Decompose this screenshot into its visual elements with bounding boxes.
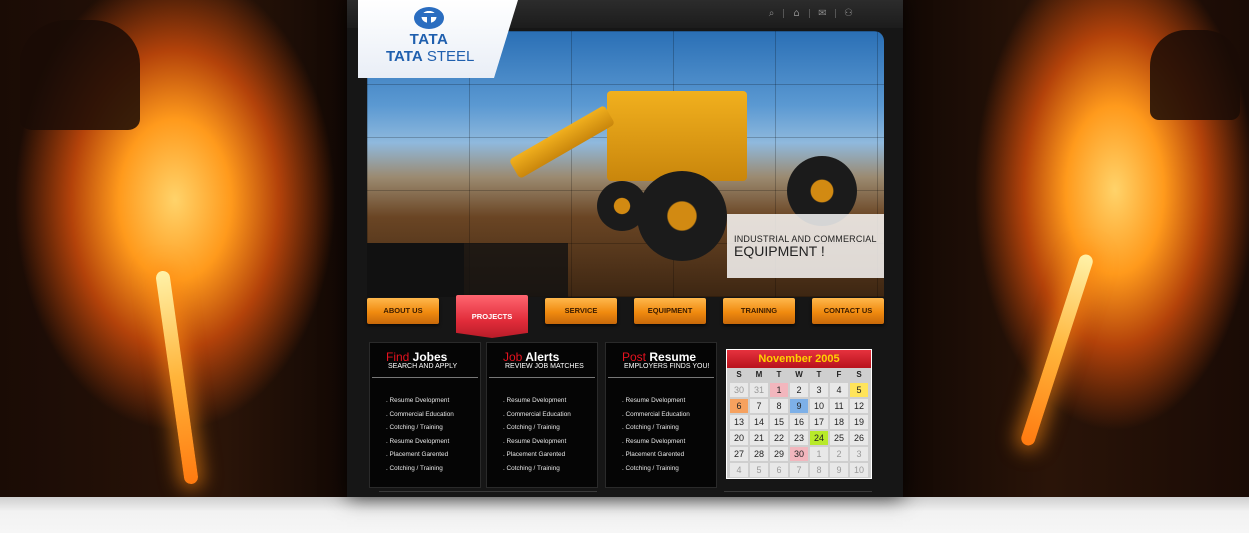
list-item[interactable]: . Placement Garented — [386, 448, 454, 462]
nav-service[interactable]: SERVICE — [545, 298, 617, 324]
mail-icon[interactable]: ✉ — [817, 8, 828, 19]
list-item[interactable]: . Placement Garented — [503, 448, 571, 462]
panel-subtitle: REVIEW JOB MATCHES — [505, 363, 584, 370]
panel-link-list: . Resume Dvelopment . Commercial Educati… — [503, 394, 571, 476]
panel-title[interactable]: Find Jobes — [386, 350, 447, 364]
calendar-day[interactable]: 2 — [790, 383, 808, 397]
calendar-day[interactable]: 1 — [770, 383, 788, 397]
sitemap-icon[interactable]: ⚇ — [843, 8, 854, 19]
calendar-day[interactable]: 27 — [730, 447, 748, 461]
calendar-day[interactable]: 19 — [850, 415, 868, 429]
calendar-day[interactable]: 5 — [750, 463, 768, 477]
nav-about-us[interactable]: ABOUT US — [367, 298, 439, 324]
calendar-day[interactable]: 25 — [830, 431, 848, 445]
calendar-day[interactable]: 18 — [830, 415, 848, 429]
calendar-month-title: November 2005 — [727, 350, 871, 368]
calendar-day[interactable]: 23 — [790, 431, 808, 445]
calendar-day[interactable]: 29 — [770, 447, 788, 461]
panel-title[interactable]: Post Resume — [622, 350, 696, 364]
post-resume-panel: Post Resume EMPLOYERS FINDS YOU! . Resum… — [605, 342, 717, 488]
list-item[interactable]: . Resume Dvelopment — [386, 435, 454, 449]
calendar-day[interactable]: 24 — [810, 431, 828, 445]
page-footer-shadow — [0, 497, 1249, 533]
logo-company-name: TATA STEEL — [386, 48, 475, 65]
panel-subtitle: SEARCH AND APPLY — [388, 363, 458, 370]
list-item[interactable]: . Resume Dvelopment — [622, 394, 690, 408]
calendar-day[interactable]: 21 — [750, 431, 768, 445]
list-item[interactable]: . Resume Dvelopment — [386, 394, 454, 408]
list-item[interactable]: . Cotching / Training — [386, 421, 454, 435]
calendar-day[interactable]: 15 — [770, 415, 788, 429]
logo-wordmark: TATA — [409, 31, 449, 48]
calendar-weekday: M — [755, 370, 763, 379]
calendar-day[interactable]: 14 — [750, 415, 768, 429]
list-item[interactable]: . Resume Dvelopment — [503, 394, 571, 408]
website-frame: ⌕ ⌂ ✉ ⚇ INDUSTRIAL AND COMMERCIAL EQUIPM… — [347, 0, 903, 497]
main-navigation: ABOUT US PROJECTS SERVICE EQUIPMENT TRAI… — [367, 295, 884, 338]
calendar-day[interactable]: 13 — [730, 415, 748, 429]
panel-link-list: . Resume Dvelopment . Commercial Educati… — [622, 394, 690, 476]
nav-equipment[interactable]: EQUIPMENT — [634, 298, 706, 324]
list-item[interactable]: . Cotching / Training — [503, 462, 571, 476]
nav-projects[interactable]: PROJECTS — [456, 295, 528, 338]
panel-title[interactable]: Job Alerts — [503, 350, 559, 364]
calendar-weekday: S — [736, 370, 742, 379]
calendar-day[interactable]: 26 — [850, 431, 868, 445]
calendar-day[interactable]: 12 — [850, 399, 868, 413]
hero-caption-large: EQUIPMENT ! — [734, 243, 825, 259]
calendar-day[interactable]: 20 — [730, 431, 748, 445]
calendar-day[interactable]: 8 — [770, 399, 788, 413]
calendar-day[interactable]: 6 — [730, 399, 748, 413]
list-item[interactable]: . Commercial Education — [386, 408, 454, 422]
calendar-day[interactable]: 4 — [830, 383, 848, 397]
list-item[interactable]: . Commercial Education — [622, 408, 690, 422]
list-item[interactable]: . Cotching / Training — [503, 421, 571, 435]
list-item[interactable]: . Placement Garented — [622, 448, 690, 462]
calendar-day[interactable]: 30 — [730, 383, 748, 397]
calendar-day[interactable]: 16 — [790, 415, 808, 429]
calendar-day[interactable]: 28 — [750, 447, 768, 461]
list-item[interactable]: . Resume Dvelopment — [503, 435, 571, 449]
calendar-day[interactable]: 6 — [770, 463, 788, 477]
find-jobs-panel: Find Jobes SEARCH AND APPLY . Resume Dve… — [369, 342, 481, 488]
calendar-day[interactable]: 9 — [830, 463, 848, 477]
calendar-weekday: T — [816, 370, 822, 379]
calendar-day[interactable]: 8 — [810, 463, 828, 477]
event-calendar: November 2005 S M T W T F S 30 31 1 2 3 4 5 6 7 8 9 10 11 12… — [726, 349, 872, 479]
calendar-day[interactable]: 31 — [750, 383, 768, 397]
list-item[interactable]: . Cotching / Training — [622, 462, 690, 476]
calendar-day[interactable]: 4 — [730, 463, 748, 477]
nav-contact-us[interactable]: CONTACT US — [812, 298, 884, 324]
calendar-weekday: S — [856, 370, 862, 379]
calendar-day[interactable]: 2 — [830, 447, 848, 461]
calendar-day[interactable]: 3 — [850, 447, 868, 461]
panel-link-list: . Resume Dvelopment . Commercial Educati… — [386, 394, 454, 476]
list-item[interactable]: . Resume Dvelopment — [622, 435, 690, 449]
calendar-day[interactable]: 30 — [790, 447, 808, 461]
calendar-day[interactable]: 7 — [750, 399, 768, 413]
calendar-weekday: T — [776, 370, 782, 379]
calendar-day[interactable]: 5 — [850, 383, 868, 397]
calendar-day[interactable]: 17 — [810, 415, 828, 429]
tata-steel-logo[interactable]: TATA TATA STEEL — [358, 0, 518, 78]
tata-logo-icon — [414, 7, 444, 29]
calendar-day[interactable]: 3 — [810, 383, 828, 397]
list-item[interactable]: . Commercial Education — [503, 408, 571, 422]
calendar-day[interactable]: 11 — [830, 399, 848, 413]
search-icon[interactable]: ⌕ — [766, 8, 777, 19]
calendar-day[interactable]: 9 — [790, 399, 808, 413]
calendar-day[interactable]: 7 — [790, 463, 808, 477]
list-item[interactable]: . Cotching / Training — [622, 421, 690, 435]
job-alerts-panel: Job Alerts REVIEW JOB MATCHES . Resume D… — [486, 342, 598, 488]
calendar-day[interactable]: 22 — [770, 431, 788, 445]
calendar-weekday: W — [795, 370, 803, 379]
calendar-weekday: F — [836, 370, 842, 379]
calendar-day[interactable]: 10 — [850, 463, 868, 477]
calendar-day[interactable]: 1 — [810, 447, 828, 461]
home-icon[interactable]: ⌂ — [791, 8, 802, 19]
nav-training[interactable]: TRAINING — [723, 298, 795, 324]
panel-subtitle: EMPLOYERS FINDS YOU! — [624, 363, 710, 370]
list-item[interactable]: . Cotching / Training — [386, 462, 454, 476]
calendar-day[interactable]: 10 — [810, 399, 828, 413]
